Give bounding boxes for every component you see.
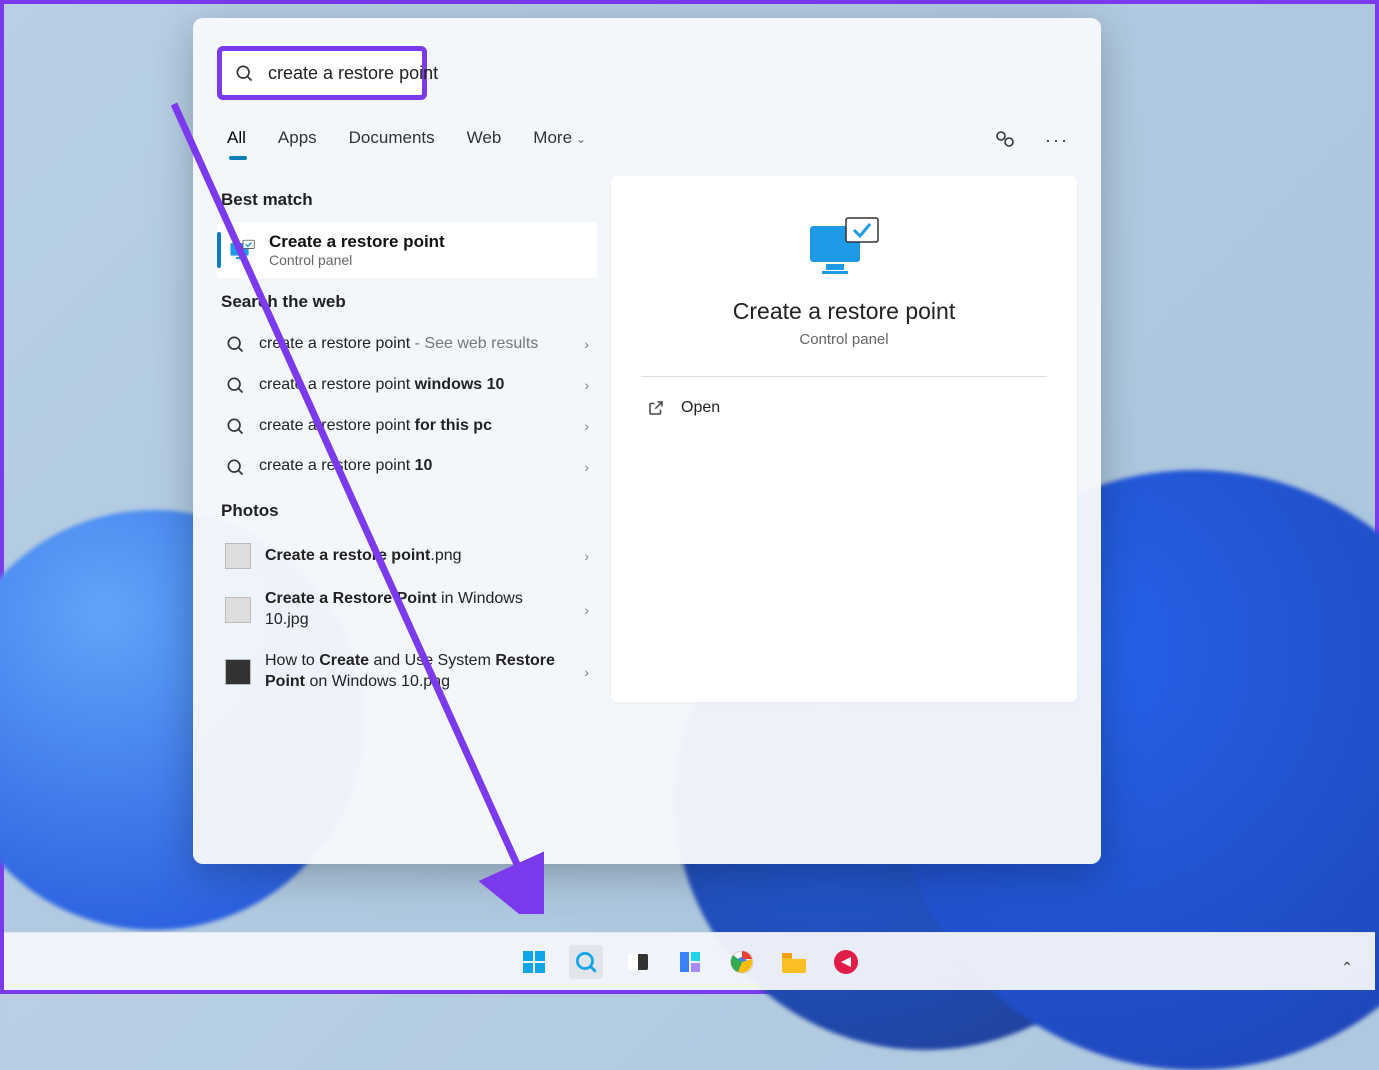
filter-bar: All Apps Documents Web More⌄ ··· xyxy=(217,118,1077,158)
preview-subtitle: Control panel xyxy=(633,331,1055,348)
filter-apps[interactable]: Apps xyxy=(276,122,319,158)
search-box[interactable] xyxy=(222,51,422,95)
search-icon xyxy=(225,457,245,477)
best-match-subtitle: Control panel xyxy=(269,252,445,268)
chevron-right-icon: › xyxy=(584,336,589,352)
task-view-icon xyxy=(625,949,651,975)
chevron-right-icon: › xyxy=(584,418,589,434)
more-options-button[interactable]: ··· xyxy=(1045,130,1069,151)
start-search-panel: All Apps Documents Web More⌄ ··· Best ma… xyxy=(193,18,1101,864)
photos-heading: Photos xyxy=(221,501,593,521)
best-match-item[interactable]: Create a restore point Control panel xyxy=(217,222,597,278)
chevron-right-icon: › xyxy=(584,664,589,680)
divider xyxy=(641,376,1047,377)
chevron-right-icon: › xyxy=(584,602,589,618)
file-explorer-button[interactable] xyxy=(777,945,811,979)
filter-web[interactable]: Web xyxy=(465,122,504,158)
chevron-right-icon: › xyxy=(584,548,589,564)
chat-icon[interactable] xyxy=(993,128,1017,152)
chevron-right-icon: › xyxy=(584,459,589,475)
best-match-title: Create a restore point xyxy=(269,232,445,252)
monitor-check-icon xyxy=(229,238,257,262)
search-input[interactable] xyxy=(268,63,500,84)
task-view-button[interactable] xyxy=(621,945,655,979)
app-button[interactable] xyxy=(829,945,863,979)
chrome-button[interactable] xyxy=(725,945,759,979)
monitor-check-icon xyxy=(804,214,884,280)
windows-icon xyxy=(521,949,547,975)
search-icon xyxy=(573,949,599,975)
chevron-right-icon: › xyxy=(584,377,589,393)
web-result-1[interactable]: create a restore point windows 10 › xyxy=(217,365,597,406)
app-icon xyxy=(833,949,859,975)
photo-result-0[interactable]: Create a restore point.png › xyxy=(217,533,597,579)
web-result-3[interactable]: create a restore point 10 › xyxy=(217,446,597,487)
image-thumbnail-icon xyxy=(225,543,251,569)
start-button[interactable] xyxy=(517,945,551,979)
widgets-button[interactable] xyxy=(673,945,707,979)
taskbar-search-button[interactable] xyxy=(569,945,603,979)
search-icon xyxy=(225,375,245,395)
open-label: Open xyxy=(681,399,720,417)
tray-expand-icon[interactable]: ⌃ xyxy=(1341,959,1353,976)
chrome-icon xyxy=(729,949,755,975)
photo-result-2[interactable]: How to Create and Use System Restore Poi… xyxy=(217,641,597,703)
web-result-2[interactable]: create a restore point for this pc › xyxy=(217,406,597,447)
preview-pane: Create a restore point Control panel Ope… xyxy=(611,176,1077,702)
filter-all[interactable]: All xyxy=(225,122,248,158)
open-action[interactable]: Open xyxy=(633,393,1055,423)
image-thumbnail-icon xyxy=(225,659,251,685)
open-external-icon xyxy=(647,399,665,417)
filter-more[interactable]: More⌄ xyxy=(531,122,588,158)
annotation-highlight xyxy=(217,46,427,100)
filter-documents[interactable]: Documents xyxy=(347,122,437,158)
web-result-0[interactable]: create a restore point - See web results… xyxy=(217,324,597,365)
folder-icon xyxy=(780,950,808,974)
image-thumbnail-icon xyxy=(225,597,251,623)
photo-result-1[interactable]: Create a Restore Point in Windows 10.jpg… xyxy=(217,579,597,641)
search-icon xyxy=(234,63,254,83)
preview-title: Create a restore point xyxy=(633,298,1055,325)
taskbar xyxy=(4,932,1375,990)
search-icon xyxy=(225,416,245,436)
search-icon xyxy=(225,334,245,354)
widgets-icon xyxy=(677,949,703,975)
best-match-heading: Best match xyxy=(221,190,593,210)
search-web-heading: Search the web xyxy=(221,292,593,312)
